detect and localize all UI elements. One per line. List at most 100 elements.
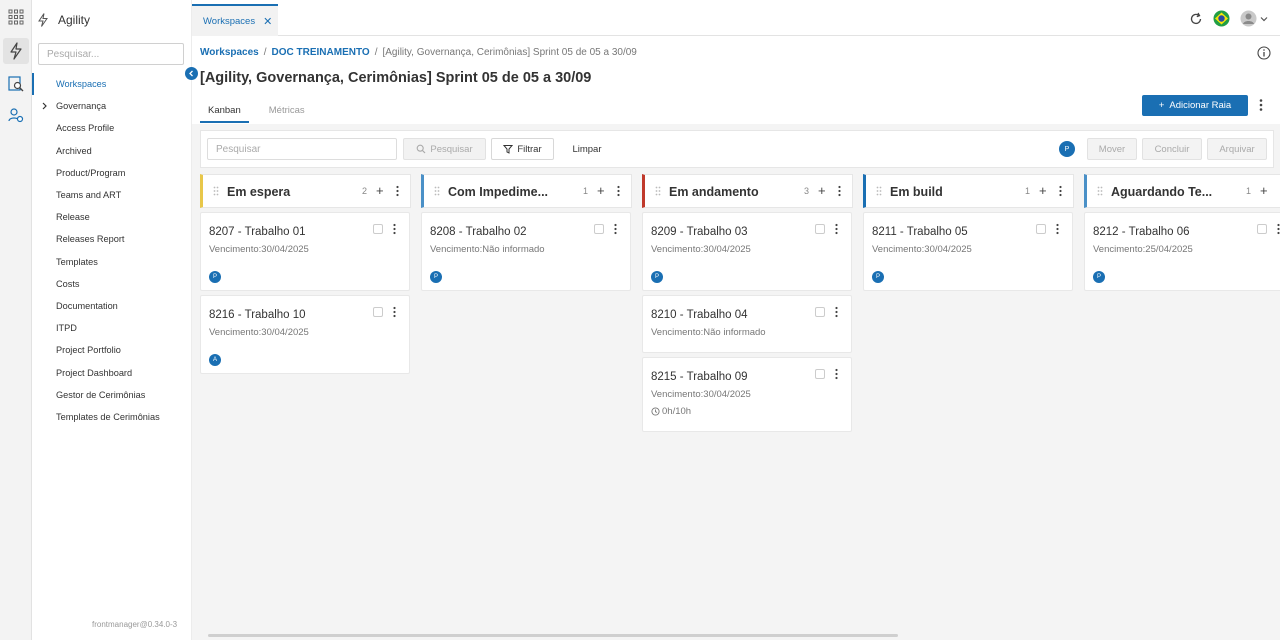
column-title: Em andamento: [669, 185, 759, 199]
card-select-checkbox[interactable]: [1036, 224, 1046, 234]
sidebar-item-governan-a[interactable]: Governança: [32, 95, 192, 117]
card-assignee-avatar: P: [430, 271, 442, 283]
more-vertical-icon[interactable]: [395, 185, 400, 197]
sidebar-item-label: ITPD: [56, 323, 77, 334]
more-vertical-icon[interactable]: [1258, 98, 1264, 112]
drag-handle-icon[interactable]: [213, 186, 219, 196]
task-card[interactable]: 8215 - Trabalho 09 Vencimento:30/04/2025 0…: [642, 357, 852, 432]
close-tab-icon[interactable]: ✕: [263, 15, 272, 28]
add-card-icon[interactable]: +: [1039, 183, 1047, 198]
more-vertical-icon[interactable]: [1276, 223, 1280, 235]
tab-workspaces[interactable]: Workspaces ✕: [192, 4, 278, 36]
move-button[interactable]: Mover: [1087, 138, 1137, 160]
horizontal-scrollbar[interactable]: [208, 634, 898, 637]
info-icon[interactable]: [1257, 46, 1271, 60]
breadcrumb-doc-treinamento[interactable]: DOC TREINAMENTO: [272, 47, 370, 58]
add-card-icon[interactable]: +: [1260, 183, 1268, 198]
card-select-checkbox[interactable]: [1257, 224, 1267, 234]
more-vertical-icon[interactable]: [837, 185, 842, 197]
card-select-checkbox[interactable]: [373, 224, 383, 234]
sidebar-item-itpd[interactable]: ITPD: [32, 317, 192, 339]
filter-button[interactable]: Filtrar: [491, 138, 554, 160]
sidebar-item-release[interactable]: Release: [32, 206, 192, 228]
app-brand[interactable]: Agility: [38, 10, 90, 30]
card-select-checkbox[interactable]: [815, 224, 825, 234]
user-menu[interactable]: [1240, 10, 1268, 27]
card-due-date: Vencimento:Não informado: [651, 327, 766, 338]
sidebar-item-costs[interactable]: Costs: [32, 273, 192, 295]
task-card[interactable]: 8208 - Trabalho 02 Vencimento:Não informa…: [421, 212, 631, 291]
card-assignee-avatar: A: [209, 354, 221, 366]
sidebar-item-workspaces[interactable]: Workspaces: [32, 73, 192, 96]
add-card-icon[interactable]: +: [597, 183, 605, 198]
column-title: Em espera: [227, 185, 291, 199]
sidebar-item-access-profile[interactable]: Access Profile: [32, 117, 192, 139]
task-card[interactable]: 8210 - Trabalho 04 Vencimento:Não informa…: [642, 295, 852, 353]
task-card[interactable]: 8207 - Trabalho 01 Vencimento:30/04/2025 P: [200, 212, 410, 291]
card-select-checkbox[interactable]: [815, 307, 825, 317]
more-vertical-icon[interactable]: [613, 223, 618, 235]
sidebar-item-templates[interactable]: Templates: [32, 251, 192, 273]
card-select-checkbox[interactable]: [815, 369, 825, 379]
task-card[interactable]: 8216 - Trabalho 10 Vencimento:30/04/2025 A: [200, 295, 410, 374]
add-lane-button[interactable]: + Adicionar Raia: [1142, 95, 1248, 116]
sidebar-item-releases-report[interactable]: Releases Report: [32, 228, 192, 250]
archive-button[interactable]: Arquivar: [1207, 138, 1267, 160]
clear-button[interactable]: Limpar: [563, 138, 611, 160]
more-vertical-icon[interactable]: [834, 223, 839, 235]
card-select-checkbox[interactable]: [594, 224, 604, 234]
search-button[interactable]: Pesquisar: [403, 138, 486, 160]
more-vertical-icon[interactable]: [392, 306, 397, 318]
brazil-flag-icon[interactable]: [1213, 10, 1230, 27]
drag-handle-icon[interactable]: [434, 186, 440, 196]
refresh-icon[interactable]: [1189, 12, 1203, 26]
add-card-icon[interactable]: +: [376, 183, 384, 198]
tab-kanban[interactable]: Kanban: [200, 102, 249, 123]
chevron-left-icon: [189, 70, 193, 77]
column-header: Aguardando Te... 1 +: [1084, 174, 1280, 208]
tab-metricas[interactable]: Métricas: [261, 102, 313, 123]
settings-group-icon[interactable]: [3, 102, 29, 128]
sidebar-item-documentation[interactable]: Documentation: [32, 295, 192, 317]
more-vertical-icon[interactable]: [392, 223, 397, 235]
sidebar-search-input[interactable]: [38, 43, 184, 65]
card-due-date: Vencimento:30/04/2025: [872, 244, 972, 255]
card-select-checkbox[interactable]: [373, 307, 383, 317]
drag-handle-icon[interactable]: [655, 186, 661, 196]
sidebar-item-templates-de-cerim-nias[interactable]: Templates de Cerimônias: [32, 406, 192, 428]
more-vertical-icon[interactable]: [1058, 185, 1063, 197]
more-vertical-icon[interactable]: [834, 368, 839, 380]
sidebar-item-product-program[interactable]: Product/Program: [32, 162, 192, 184]
more-vertical-icon[interactable]: [1055, 223, 1060, 235]
task-card[interactable]: 8212 - Trabalho 06 Vencimento:25/04/2025 P: [1084, 212, 1280, 291]
more-vertical-icon[interactable]: [834, 306, 839, 318]
card-assignee-avatar: P: [209, 271, 221, 283]
lightning-icon[interactable]: [3, 38, 29, 64]
sidebar-item-label: Releases Report: [56, 234, 125, 245]
task-card[interactable]: 8209 - Trabalho 03 Vencimento:30/04/2025 P: [642, 212, 852, 291]
kanban-column: Em andamento 3 +8209 - Trabalho 03 Vencimen…: [642, 174, 855, 432]
sidebar-item-gestor-de-cerim-nias[interactable]: Gestor de Cerimônias: [32, 384, 192, 406]
page-title: [Agility, Governança, Cerimônias] Sprint…: [200, 70, 592, 86]
chevron-right-icon[interactable]: [41, 102, 48, 110]
column-count: 1: [1246, 186, 1252, 196]
drag-handle-icon[interactable]: [1097, 186, 1103, 196]
conclude-button[interactable]: Concluir: [1142, 138, 1202, 160]
task-card[interactable]: 8211 - Trabalho 05 Vencimento:30/04/2025 P: [863, 212, 1073, 291]
sidebar-item-teams-and-art[interactable]: Teams and ART: [32, 184, 192, 206]
apps-grid-icon[interactable]: [3, 4, 29, 30]
clock-icon: [651, 407, 660, 416]
report-search-icon[interactable]: [3, 71, 29, 97]
sidebar-item-archived[interactable]: Archived: [32, 140, 192, 162]
drag-handle-icon[interactable]: [876, 186, 882, 196]
kanban-board: Em espera 2 +8207 - Trabalho 01 Vencimento:…: [200, 174, 1280, 624]
breadcrumb-workspaces[interactable]: Workspaces: [200, 47, 259, 58]
add-lane-label: Adicionar Raia: [1169, 100, 1232, 111]
board-search-input[interactable]: [207, 138, 397, 160]
sidebar-item-project-dashboard[interactable]: Project Dashboard: [32, 361, 192, 383]
more-vertical-icon[interactable]: [616, 185, 621, 197]
assignee-filter-avatar[interactable]: P: [1059, 141, 1075, 157]
sidebar-item-project-portfolio[interactable]: Project Portfolio: [32, 339, 192, 361]
collapse-sidebar-button[interactable]: [185, 67, 198, 80]
add-card-icon[interactable]: +: [818, 183, 826, 198]
